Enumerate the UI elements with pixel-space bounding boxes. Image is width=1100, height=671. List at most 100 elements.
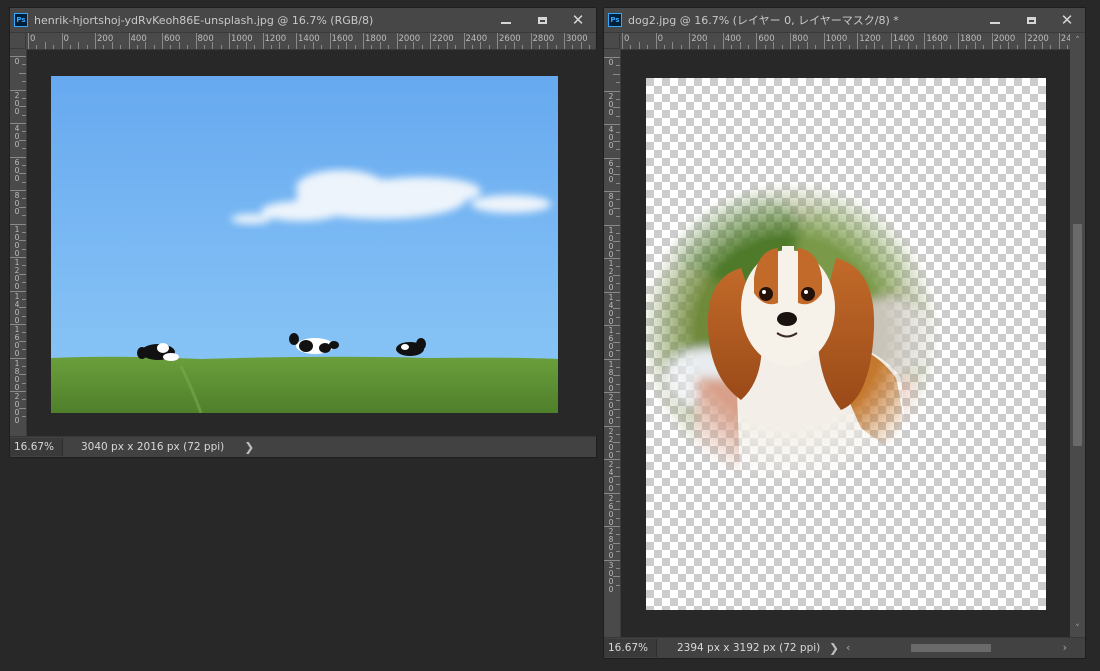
status-menu-arrow-icon[interactable]: ❯	[244, 440, 254, 454]
ruler-minor-tick	[19, 374, 26, 376]
vertical-scroll-thumb[interactable]	[1073, 224, 1082, 446]
canvas-area[interactable]	[621, 50, 1072, 637]
ruler-tick-label: 2200	[1027, 34, 1049, 44]
ruler-minor-tick	[22, 248, 26, 250]
ruler-minor-tick	[848, 45, 850, 49]
ruler-minor-tick	[697, 45, 699, 49]
ruler-minor-tick	[840, 42, 842, 49]
ruler-minor-tick	[19, 106, 26, 108]
ruler-tick-label: 2400	[608, 460, 614, 493]
minimize-icon	[501, 21, 511, 24]
scroll-down-icon[interactable]: ˅	[1070, 623, 1085, 635]
ruler-minor-tick	[538, 45, 540, 49]
ruler-minor-tick	[1033, 45, 1035, 49]
ruler-tick-label: 800	[792, 34, 809, 44]
ruler-tick-label: 800	[608, 192, 614, 217]
ruler-minor-tick	[1016, 45, 1018, 49]
document-window-cows[interactable]: Ps henrik-hjortshoj-ydRvKeoh86E-unsplash…	[9, 7, 597, 458]
ruler-major-tick	[655, 33, 657, 49]
photoshop-icon: Ps	[14, 13, 28, 27]
ruler-minor-tick	[616, 283, 620, 285]
vertical-ruler[interactable]: 0 200 400 600 800 100012001400160018002000220…	[604, 49, 621, 637]
close-button[interactable]: ✕	[1049, 8, 1085, 32]
ruler-minor-tick	[237, 45, 239, 49]
ruler-minor-tick	[69, 45, 71, 49]
ruler-minor-tick	[773, 42, 775, 49]
ruler-origin[interactable]	[604, 33, 620, 49]
ruler-minor-tick	[22, 64, 26, 66]
maximize-button[interactable]	[524, 8, 560, 32]
zoom-field[interactable]: 16.67%	[10, 438, 63, 456]
ruler-minor-tick	[616, 216, 620, 218]
ruler-minor-tick	[941, 42, 943, 49]
scroll-right-icon[interactable]: ›	[1063, 641, 1067, 654]
ruler-minor-tick	[53, 45, 55, 49]
ruler-major-tick	[958, 33, 959, 49]
ruler-minor-tick	[321, 45, 323, 49]
ruler-major-tick	[924, 33, 926, 49]
ruler-minor-tick	[22, 282, 26, 284]
vertical-scrollbar[interactable]: ˄ ˅	[1070, 33, 1085, 637]
horizontal-scroll-thumb[interactable]	[911, 644, 991, 652]
ruler-minor-tick	[111, 42, 113, 49]
ruler-minor-tick	[22, 332, 26, 334]
horizontal-ruler[interactable]: 0 0 200 400 600 800 1000 1200 1400 1600 1800 2000 22…	[620, 33, 1070, 50]
document-tab-title-bar[interactable]: Ps henrik-hjortshoj-ydRvKeoh86E-unsplash…	[10, 8, 596, 33]
ruler-minor-tick	[616, 65, 620, 67]
ruler-minor-tick	[203, 45, 205, 49]
ruler-minor-tick	[22, 198, 26, 200]
ruler-minor-tick	[19, 173, 26, 175]
scroll-left-icon[interactable]: ‹	[846, 641, 850, 654]
maximize-button[interactable]	[1013, 8, 1049, 32]
ruler-minor-tick	[22, 399, 26, 401]
ruler-minor-tick	[19, 273, 26, 275]
ruler-minor-tick	[616, 165, 620, 167]
ruler-minor-tick	[613, 73, 620, 75]
ruler-minor-tick	[616, 115, 620, 117]
ruler-major-tick	[162, 33, 163, 49]
ruler-minor-tick	[19, 139, 26, 141]
ruler-minor-tick	[882, 45, 884, 49]
ruler-minor-tick	[1067, 45, 1069, 49]
ruler-major-tick	[95, 33, 96, 49]
maximize-icon	[537, 16, 547, 24]
horizontal-ruler[interactable]: 0 0 200 400 600 800 1000 1200 1400 1600 1800 2000 22…	[26, 33, 596, 50]
zoom-field[interactable]: 16.67%	[604, 639, 657, 657]
canvas-area[interactable]	[27, 50, 597, 436]
ruler-tick-label: 0	[30, 34, 36, 44]
ruler-tick-label: 0	[608, 58, 614, 67]
ruler-major-tick	[396, 33, 398, 49]
ruler-tick-label: 2000	[993, 34, 1016, 44]
ruler-minor-tick	[212, 42, 214, 49]
close-button[interactable]: ✕	[560, 8, 596, 32]
ruler-minor-tick	[555, 45, 557, 49]
ruler-tick-label: 1200	[859, 34, 881, 44]
ruler-tick-label: 2400	[465, 34, 488, 44]
status-menu-arrow-icon[interactable]: ❯	[829, 641, 839, 655]
ruler-minor-tick	[616, 517, 620, 519]
ruler-minor-tick	[580, 42, 582, 49]
ruler-minor-tick	[616, 417, 620, 419]
ruler-minor-tick	[616, 433, 620, 435]
ruler-tick-label: 1400	[892, 34, 915, 44]
ruler-minor-tick	[613, 408, 620, 410]
document-window-dog[interactable]: Ps dog2.jpg @ 16.7% (レイヤー 0, レイヤーマスク/8) …	[603, 7, 1086, 659]
scroll-up-icon[interactable]: ˄	[1070, 35, 1085, 47]
vertical-ruler[interactable]: 0 200 400 600 800 100012001400160018002000	[10, 49, 27, 436]
document-tab-title-bar[interactable]: Ps dog2.jpg @ 16.7% (レイヤー 0, レイヤーマスク/8) …	[604, 8, 1085, 33]
ruler-minor-tick	[304, 45, 306, 49]
ruler-major-tick	[564, 33, 565, 49]
ruler-minor-tick	[874, 42, 875, 49]
ruler-minor-tick	[616, 584, 620, 586]
ruler-origin[interactable]	[10, 33, 26, 49]
ruler-minor-tick	[505, 45, 507, 49]
horizontal-scrollbar[interactable]: ‹ ›	[844, 638, 1069, 658]
ruler-minor-tick	[455, 45, 457, 49]
ruler-major-tick	[329, 33, 331, 49]
ruler-minor-tick	[572, 45, 574, 49]
minimize-button[interactable]	[977, 8, 1013, 32]
ruler-minor-tick	[1050, 45, 1052, 49]
document-title: henrik-hjortshoj-ydRvKeoh86E-unsplash.jp…	[34, 13, 374, 27]
ruler-minor-tick	[613, 509, 620, 511]
minimize-button[interactable]	[488, 8, 524, 32]
